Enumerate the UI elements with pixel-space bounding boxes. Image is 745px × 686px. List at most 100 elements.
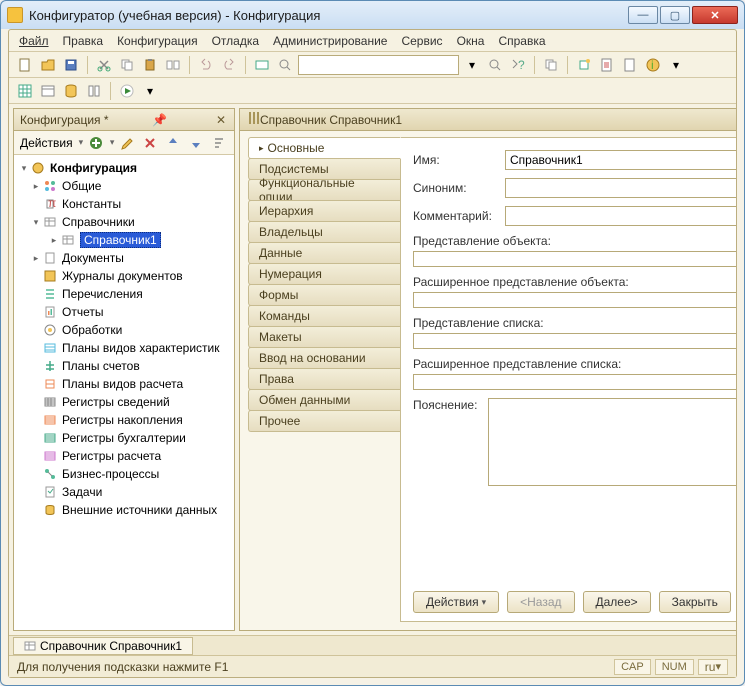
minimize-button[interactable]: — bbox=[628, 6, 658, 24]
next-button[interactable]: Далее> bbox=[583, 591, 651, 613]
tree-item-common[interactable]: ▸Общие bbox=[16, 177, 232, 195]
tab-funcopts[interactable]: Функциональные опции bbox=[248, 179, 400, 201]
tab-forms[interactable]: Формы bbox=[248, 284, 400, 306]
find-area-icon[interactable] bbox=[252, 55, 272, 75]
menu-help[interactable]: Справка bbox=[498, 34, 545, 48]
tree-item-constants[interactable]: πКонстанты bbox=[16, 195, 232, 213]
menu-debug[interactable]: Отладка bbox=[212, 34, 259, 48]
tree-root[interactable]: ▾Конфигурация bbox=[16, 159, 232, 177]
table-icon[interactable] bbox=[38, 81, 58, 101]
close-editor-button[interactable]: Закрыть bbox=[659, 591, 731, 613]
tab-other[interactable]: Прочее bbox=[248, 410, 400, 432]
svg-text:π: π bbox=[48, 197, 56, 210]
tree-item-inforeg[interactable]: Регистры сведений bbox=[16, 393, 232, 411]
tree-item-bookreg[interactable]: Регистры бухгалтерии bbox=[16, 429, 232, 447]
tree-item-enums[interactable]: Перечисления bbox=[16, 285, 232, 303]
new-icon[interactable] bbox=[15, 55, 35, 75]
actions-label[interactable]: Действия bbox=[20, 136, 73, 150]
copy-icon[interactable] bbox=[117, 55, 137, 75]
tab-main[interactable]: ▸Основные bbox=[248, 137, 401, 159]
help-arrow-icon[interactable]: ? bbox=[508, 55, 528, 75]
wizard-icon[interactable] bbox=[574, 55, 594, 75]
menu-windows[interactable]: Окна bbox=[457, 34, 485, 48]
obj-repr-input[interactable] bbox=[413, 251, 736, 267]
comment-input[interactable] bbox=[505, 206, 736, 226]
workarea: Конфигурация * 📌 ✕ Действия▾ ▾ ▾Конфигур… bbox=[9, 104, 736, 635]
menu-admin[interactable]: Администрирование bbox=[273, 34, 387, 48]
undo-icon[interactable] bbox=[196, 55, 216, 75]
menu-edit[interactable]: Правка bbox=[63, 34, 104, 48]
tab-hierarchy[interactable]: Иерархия bbox=[248, 200, 400, 222]
tree-item-chartchar[interactable]: Планы видов характеристик bbox=[16, 339, 232, 357]
info-dd-icon[interactable]: ▾ bbox=[666, 55, 686, 75]
tree-item-bizproc[interactable]: Бизнес-процессы bbox=[16, 465, 232, 483]
mdi-tab-catalog1[interactable]: Справочник Справочник1 bbox=[13, 637, 193, 655]
obj-repr-ext-input[interactable] bbox=[413, 292, 736, 308]
db-icon[interactable] bbox=[61, 81, 81, 101]
down-icon[interactable] bbox=[187, 133, 206, 153]
delete-icon[interactable] bbox=[141, 133, 160, 153]
list-repr-input[interactable] bbox=[413, 333, 736, 349]
compare-icon[interactable] bbox=[163, 55, 183, 75]
tab-rights[interactable]: Права bbox=[248, 368, 400, 390]
up-icon[interactable] bbox=[164, 133, 183, 153]
back-button[interactable]: <Назад bbox=[507, 591, 574, 613]
redo-icon[interactable] bbox=[219, 55, 239, 75]
tree-item-journals[interactable]: Журналы документов bbox=[16, 267, 232, 285]
tree-item-accreg[interactable]: Регистры накопления bbox=[16, 411, 232, 429]
tree-item-tasks[interactable]: Задачи bbox=[16, 483, 232, 501]
tree-item-chartcalc[interactable]: Планы видов расчета bbox=[16, 375, 232, 393]
tree-item-catalogs[interactable]: ▾Справочники bbox=[16, 213, 232, 231]
synonym-input[interactable] bbox=[505, 178, 736, 198]
tree-item-extdata[interactable]: Внешние источники данных bbox=[16, 501, 232, 519]
close-button[interactable]: ✕ bbox=[692, 6, 738, 24]
duplicate-icon[interactable] bbox=[541, 55, 561, 75]
actions-button[interactable]: Действия bbox=[413, 591, 499, 613]
config-pane-close-icon[interactable]: ✕ bbox=[214, 113, 228, 127]
tab-commands[interactable]: Команды bbox=[248, 305, 400, 327]
tree-item-documents[interactable]: ▸Документы bbox=[16, 249, 232, 267]
tree-item-reports[interactable]: Отчеты bbox=[16, 303, 232, 321]
add-icon[interactable] bbox=[87, 133, 106, 153]
config-tree[interactable]: ▾Конфигурация ▸Общие πКонстанты ▾Справоч… bbox=[14, 155, 234, 630]
paste-icon[interactable] bbox=[140, 55, 160, 75]
explanation-input[interactable] bbox=[488, 398, 736, 486]
cut-icon[interactable] bbox=[94, 55, 114, 75]
tab-numbering[interactable]: Нумерация bbox=[248, 263, 400, 285]
maximize-button[interactable]: ▢ bbox=[660, 6, 690, 24]
search-dd-icon[interactable]: ▾ bbox=[462, 55, 482, 75]
run-icon[interactable] bbox=[117, 81, 137, 101]
save-icon[interactable] bbox=[61, 55, 81, 75]
grid-icon[interactable] bbox=[15, 81, 35, 101]
find-icon[interactable] bbox=[275, 55, 295, 75]
tab-layouts[interactable]: Макеты bbox=[248, 326, 400, 348]
tab-enterby[interactable]: Ввод на основании bbox=[248, 347, 400, 369]
comment-label: Комментарий: bbox=[413, 209, 505, 223]
search-input[interactable] bbox=[298, 55, 459, 75]
tree-item-catalog1[interactable]: ▸Справочник1 bbox=[16, 231, 232, 249]
main-toolbar: ▾ ? i ▾ bbox=[9, 52, 736, 78]
tab-owners[interactable]: Владельцы bbox=[248, 221, 400, 243]
sheet-icon[interactable] bbox=[620, 55, 640, 75]
info-icon[interactable]: i bbox=[643, 55, 663, 75]
tree-item-chartacc[interactable]: Планы счетов bbox=[16, 357, 232, 375]
open-icon[interactable] bbox=[38, 55, 58, 75]
editor-form: Имя: Синоним: Комментарий: Представ bbox=[400, 137, 736, 622]
tree-item-calcreg[interactable]: Регистры расчета bbox=[16, 447, 232, 465]
tab-data[interactable]: Данные bbox=[248, 242, 400, 264]
sort-icon[interactable] bbox=[209, 133, 228, 153]
edit-icon[interactable] bbox=[118, 133, 137, 153]
status-lang[interactable]: ru ▾ bbox=[698, 659, 728, 675]
name-input[interactable] bbox=[505, 150, 736, 170]
pin-icon[interactable]: 📌 bbox=[152, 113, 166, 127]
tab-exchange[interactable]: Обмен данными bbox=[248, 389, 400, 411]
columns-icon[interactable] bbox=[84, 81, 104, 101]
menu-file[interactable]: Файл bbox=[19, 34, 49, 48]
tree-item-processing[interactable]: Обработки bbox=[16, 321, 232, 339]
find-next-icon[interactable] bbox=[485, 55, 505, 75]
menu-config[interactable]: Конфигурация bbox=[117, 34, 198, 48]
list-repr-ext-input[interactable] bbox=[413, 374, 736, 390]
syntax-icon[interactable] bbox=[597, 55, 617, 75]
menu-service[interactable]: Сервис bbox=[401, 34, 442, 48]
run-dd-icon[interactable]: ▾ bbox=[140, 81, 160, 101]
